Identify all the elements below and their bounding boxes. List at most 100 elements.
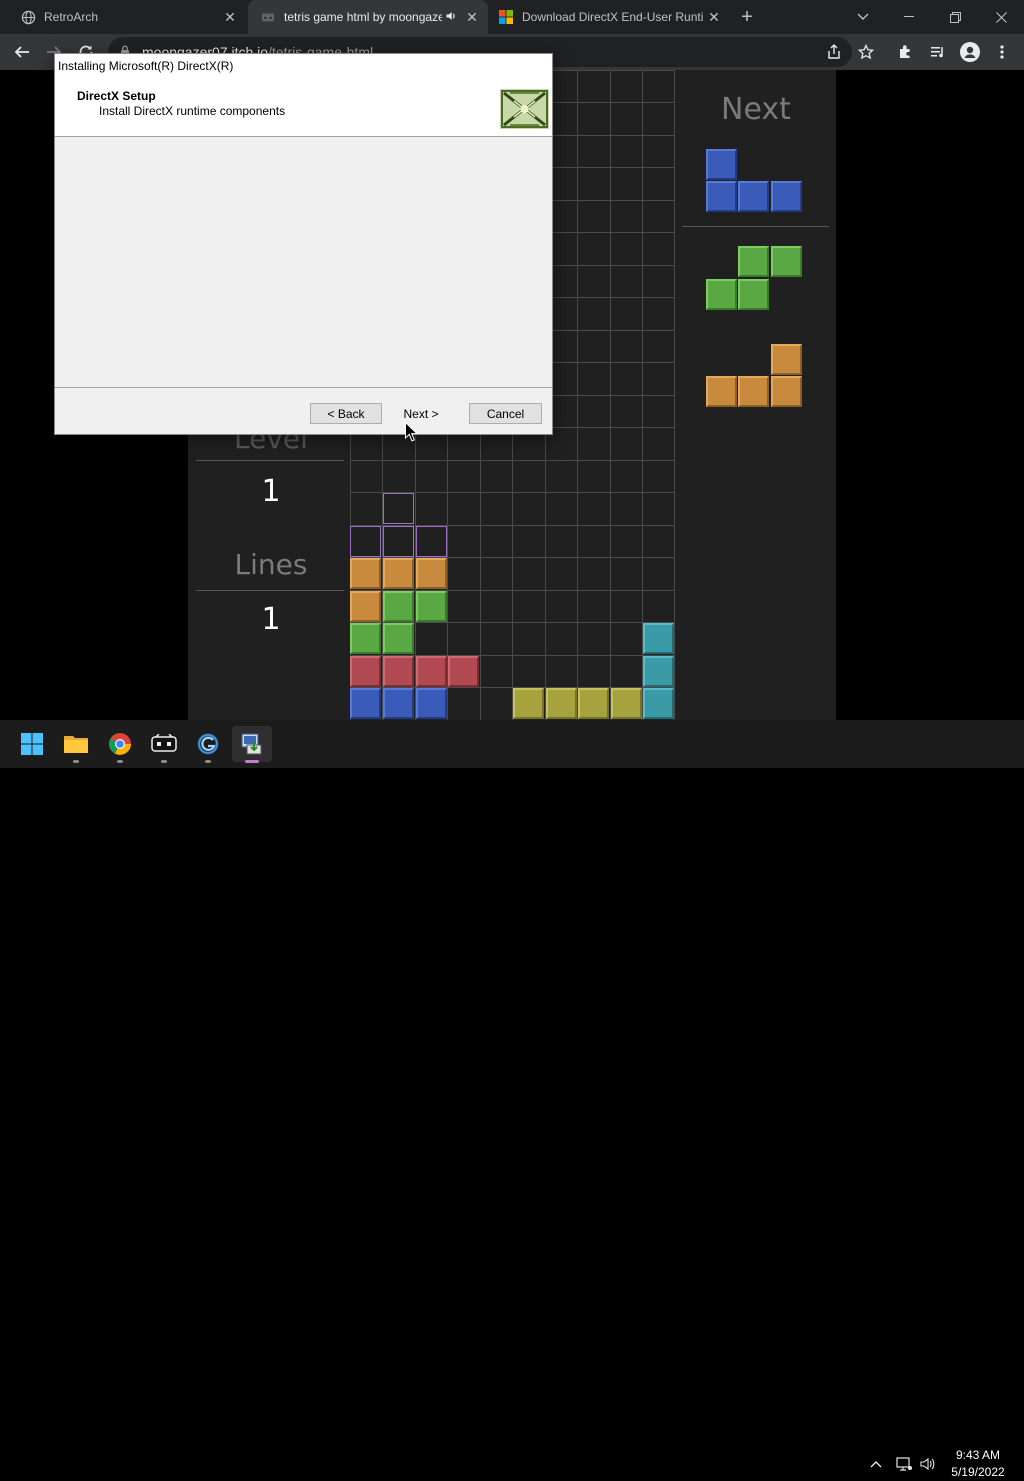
windows-taskbar: 9:43 AM 5/19/2022: [0, 720, 1024, 1479]
ghost-block: [383, 493, 414, 524]
chrome-icon[interactable]: [100, 726, 140, 762]
installer-icon[interactable]: [232, 726, 272, 762]
divider: [196, 590, 344, 591]
divider: [682, 226, 829, 227]
dialog-header: DirectX Setup Install DirectX runtime co…: [55, 79, 552, 137]
network-icon[interactable]: [894, 1454, 914, 1474]
next-piece-block: [738, 279, 769, 310]
tab-title: Download DirectX End-User Runtime: [522, 10, 704, 24]
ghost-block: [350, 526, 381, 557]
itch-icon: [260, 9, 276, 25]
dialog-heading: DirectX Setup: [77, 89, 156, 103]
running-indicator: [73, 760, 79, 763]
extensions-icon[interactable]: [894, 40, 918, 64]
windows-start-icon[interactable]: [12, 726, 52, 762]
next-label: Next: [721, 92, 791, 127]
dialog-title: Installing Microsoft(R) DirectX(R): [55, 54, 552, 79]
app-icon[interactable]: [188, 726, 228, 762]
board-block: [448, 656, 479, 687]
globe-icon: [20, 9, 36, 25]
next-piece-block: [771, 376, 802, 407]
next-piece-block: [706, 149, 737, 180]
board-block: [350, 688, 381, 719]
next-piece-block: [706, 279, 737, 310]
tab-tetris[interactable]: tetris game html by moongazer07 ✕: [248, 0, 488, 34]
running-indicator: [161, 760, 167, 763]
next-piece-block: [771, 246, 802, 277]
next-piece-block: [771, 344, 802, 375]
board-block: [350, 623, 381, 654]
close-tab-icon[interactable]: ✕: [704, 9, 724, 26]
board-block: [643, 688, 674, 719]
board-block: [611, 688, 642, 719]
restore-icon[interactable]: [932, 0, 978, 34]
board-block: [546, 688, 577, 719]
browser-tab-strip: RetroArch ✕ tetris game html by moongaze…: [0, 0, 1024, 34]
close-tab-icon[interactable]: ✕: [462, 9, 482, 26]
lines-value: 1: [261, 602, 281, 637]
running-indicator: [205, 760, 211, 763]
tab-retroarch[interactable]: RetroArch ✕: [0, 0, 246, 34]
file-explorer-icon[interactable]: [56, 726, 96, 762]
profile-avatar-icon[interactable]: [958, 40, 982, 64]
directx-setup-dialog: Installing Microsoft(R) DirectX(R) Direc…: [54, 53, 553, 435]
board-block: [416, 558, 447, 589]
volume-icon[interactable]: [918, 1454, 938, 1474]
audio-playing-icon[interactable]: [442, 9, 460, 25]
board-block: [383, 591, 414, 622]
next-piece-block: [738, 376, 769, 407]
mouse-cursor-icon: [405, 422, 417, 442]
board-block: [643, 656, 674, 687]
next-piece-block: [706, 376, 737, 407]
ghost-block: [416, 526, 447, 557]
next-piece-block: [706, 181, 737, 212]
board-block: [350, 656, 381, 687]
next-piece-block: [738, 246, 769, 277]
tab-directx-download[interactable]: Download DirectX End-User Runtime ✕: [488, 0, 730, 34]
board-block: [350, 591, 381, 622]
system-clock[interactable]: 9:43 AM 5/19/2022: [938, 1447, 1018, 1481]
level-value: 1: [261, 474, 281, 509]
board-block: [643, 623, 674, 654]
clock-date: 5/19/2022: [951, 1465, 1005, 1479]
retroarch-icon[interactable]: [144, 726, 184, 762]
running-indicator: [117, 760, 123, 763]
board-block: [578, 688, 609, 719]
next-piece-block: [771, 181, 802, 212]
chevron-up-icon[interactable]: [866, 1454, 886, 1474]
board-block: [350, 558, 381, 589]
board-block: [513, 688, 544, 719]
ghost-block: [383, 526, 414, 557]
clock-time: 9:43 AM: [955, 1448, 1001, 1462]
microsoft-icon: [498, 9, 514, 25]
dialog-subheading: Install DirectX runtime components: [99, 104, 286, 118]
cancel-button[interactable]: Cancel: [469, 403, 542, 424]
back-button[interactable]: < Back: [310, 403, 382, 424]
active-indicator: [245, 760, 259, 763]
board-block: [416, 656, 447, 687]
tab-search-icon[interactable]: [840, 0, 886, 34]
next-button[interactable]: Next >: [385, 403, 457, 424]
close-window-icon[interactable]: [978, 0, 1024, 34]
share-icon[interactable]: [822, 40, 846, 64]
board-block: [383, 623, 414, 654]
new-tab-button[interactable]: +: [736, 6, 758, 28]
divider: [196, 460, 344, 461]
menu-kebab-icon[interactable]: [990, 40, 1014, 64]
media-controls-icon[interactable]: [926, 40, 950, 64]
lines-label: Lines: [234, 548, 308, 581]
directx-logo-icon: [500, 89, 549, 129]
minimize-icon[interactable]: [886, 0, 932, 34]
bookmark-star-icon[interactable]: [854, 40, 878, 64]
next-piece-block: [738, 181, 769, 212]
board-block: [383, 656, 414, 687]
tab-title: RetroArch: [44, 10, 99, 24]
board-block: [383, 558, 414, 589]
board-block: [383, 688, 414, 719]
board-block: [416, 591, 447, 622]
tab-title: tetris game html by moongazer07: [284, 10, 442, 24]
dialog-separator: [55, 387, 552, 388]
back-arrow-icon[interactable]: [10, 40, 34, 64]
close-tab-icon[interactable]: ✕: [220, 9, 240, 26]
board-block: [416, 688, 447, 719]
